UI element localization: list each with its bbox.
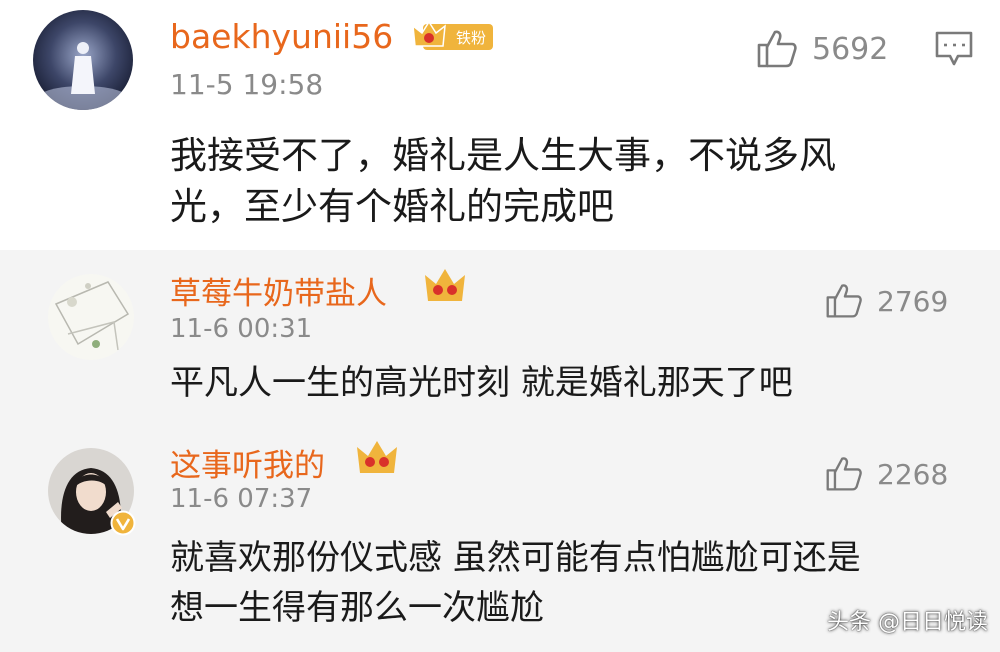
crown-badge [356,439,398,483]
username[interactable]: 这事听我的 [170,440,325,485]
comment-text: 我接受不了，婚礼是人生大事，不说多风 光，至少有个婚礼的完成吧 [170,130,836,232]
crown-badge [424,267,466,311]
fan-badge-label: 铁粉 [456,29,486,47]
like-button[interactable]: 2268 [825,455,948,493]
comment-text-line: 就喜欢那份仪式感 虽然可能有点怕尴尬可还是 [170,538,861,578]
thumbs-up-icon [825,282,863,320]
username[interactable]: 草莓牛奶带盐人 [170,268,387,313]
comment-text: 平凡人一生的高光时刻 就是婚礼那天了吧 [170,360,793,406]
comment-timestamp: 11-5 19:58 [170,68,324,101]
comment-text: 就喜欢那份仪式感 虽然可能有点怕尴尬可还是 想一生得有那么一次尴尬 [170,533,861,633]
comment-item: 草莓牛奶带盐人 11-6 00:31 2769 平凡人一生的高光时刻 就是婚礼那… [0,250,1000,430]
like-button[interactable]: 5692 [756,28,888,70]
comment-text-line: 想一生得有那么一次尴尬 [170,588,544,628]
comment-text-line: 平凡人一生的高光时刻 就是婚礼那天了吧 [170,363,793,403]
like-button[interactable]: 2769 [825,282,948,320]
thumbs-up-icon [825,455,863,493]
verified-v-icon [110,510,136,540]
username[interactable]: baekhyunii56 [170,17,393,56]
user-avatar[interactable] [33,10,133,110]
like-count: 2769 [877,284,949,318]
comment-text-line: 光，至少有个婚礼的完成吧 [170,185,614,228]
comment-text-line: 我接受不了，婚礼是人生大事，不说多风 [170,134,836,177]
comment-timestamp: 11-6 07:37 [170,484,313,514]
like-count: 2268 [877,457,949,491]
crown-fan-badge: 铁粉 [411,16,495,60]
source-watermark: 头条 @日日悦读 [827,610,988,635]
comment-item: baekhyunii56 铁粉 11-5 19:58 5692 我接受不了，婚礼… [0,0,1000,250]
reply-comment-icon[interactable] [934,30,974,72]
comment-timestamp: 11-6 00:31 [170,314,313,344]
like-count: 5692 [812,31,889,67]
user-avatar[interactable] [48,274,134,360]
thumbs-up-icon [756,28,798,70]
